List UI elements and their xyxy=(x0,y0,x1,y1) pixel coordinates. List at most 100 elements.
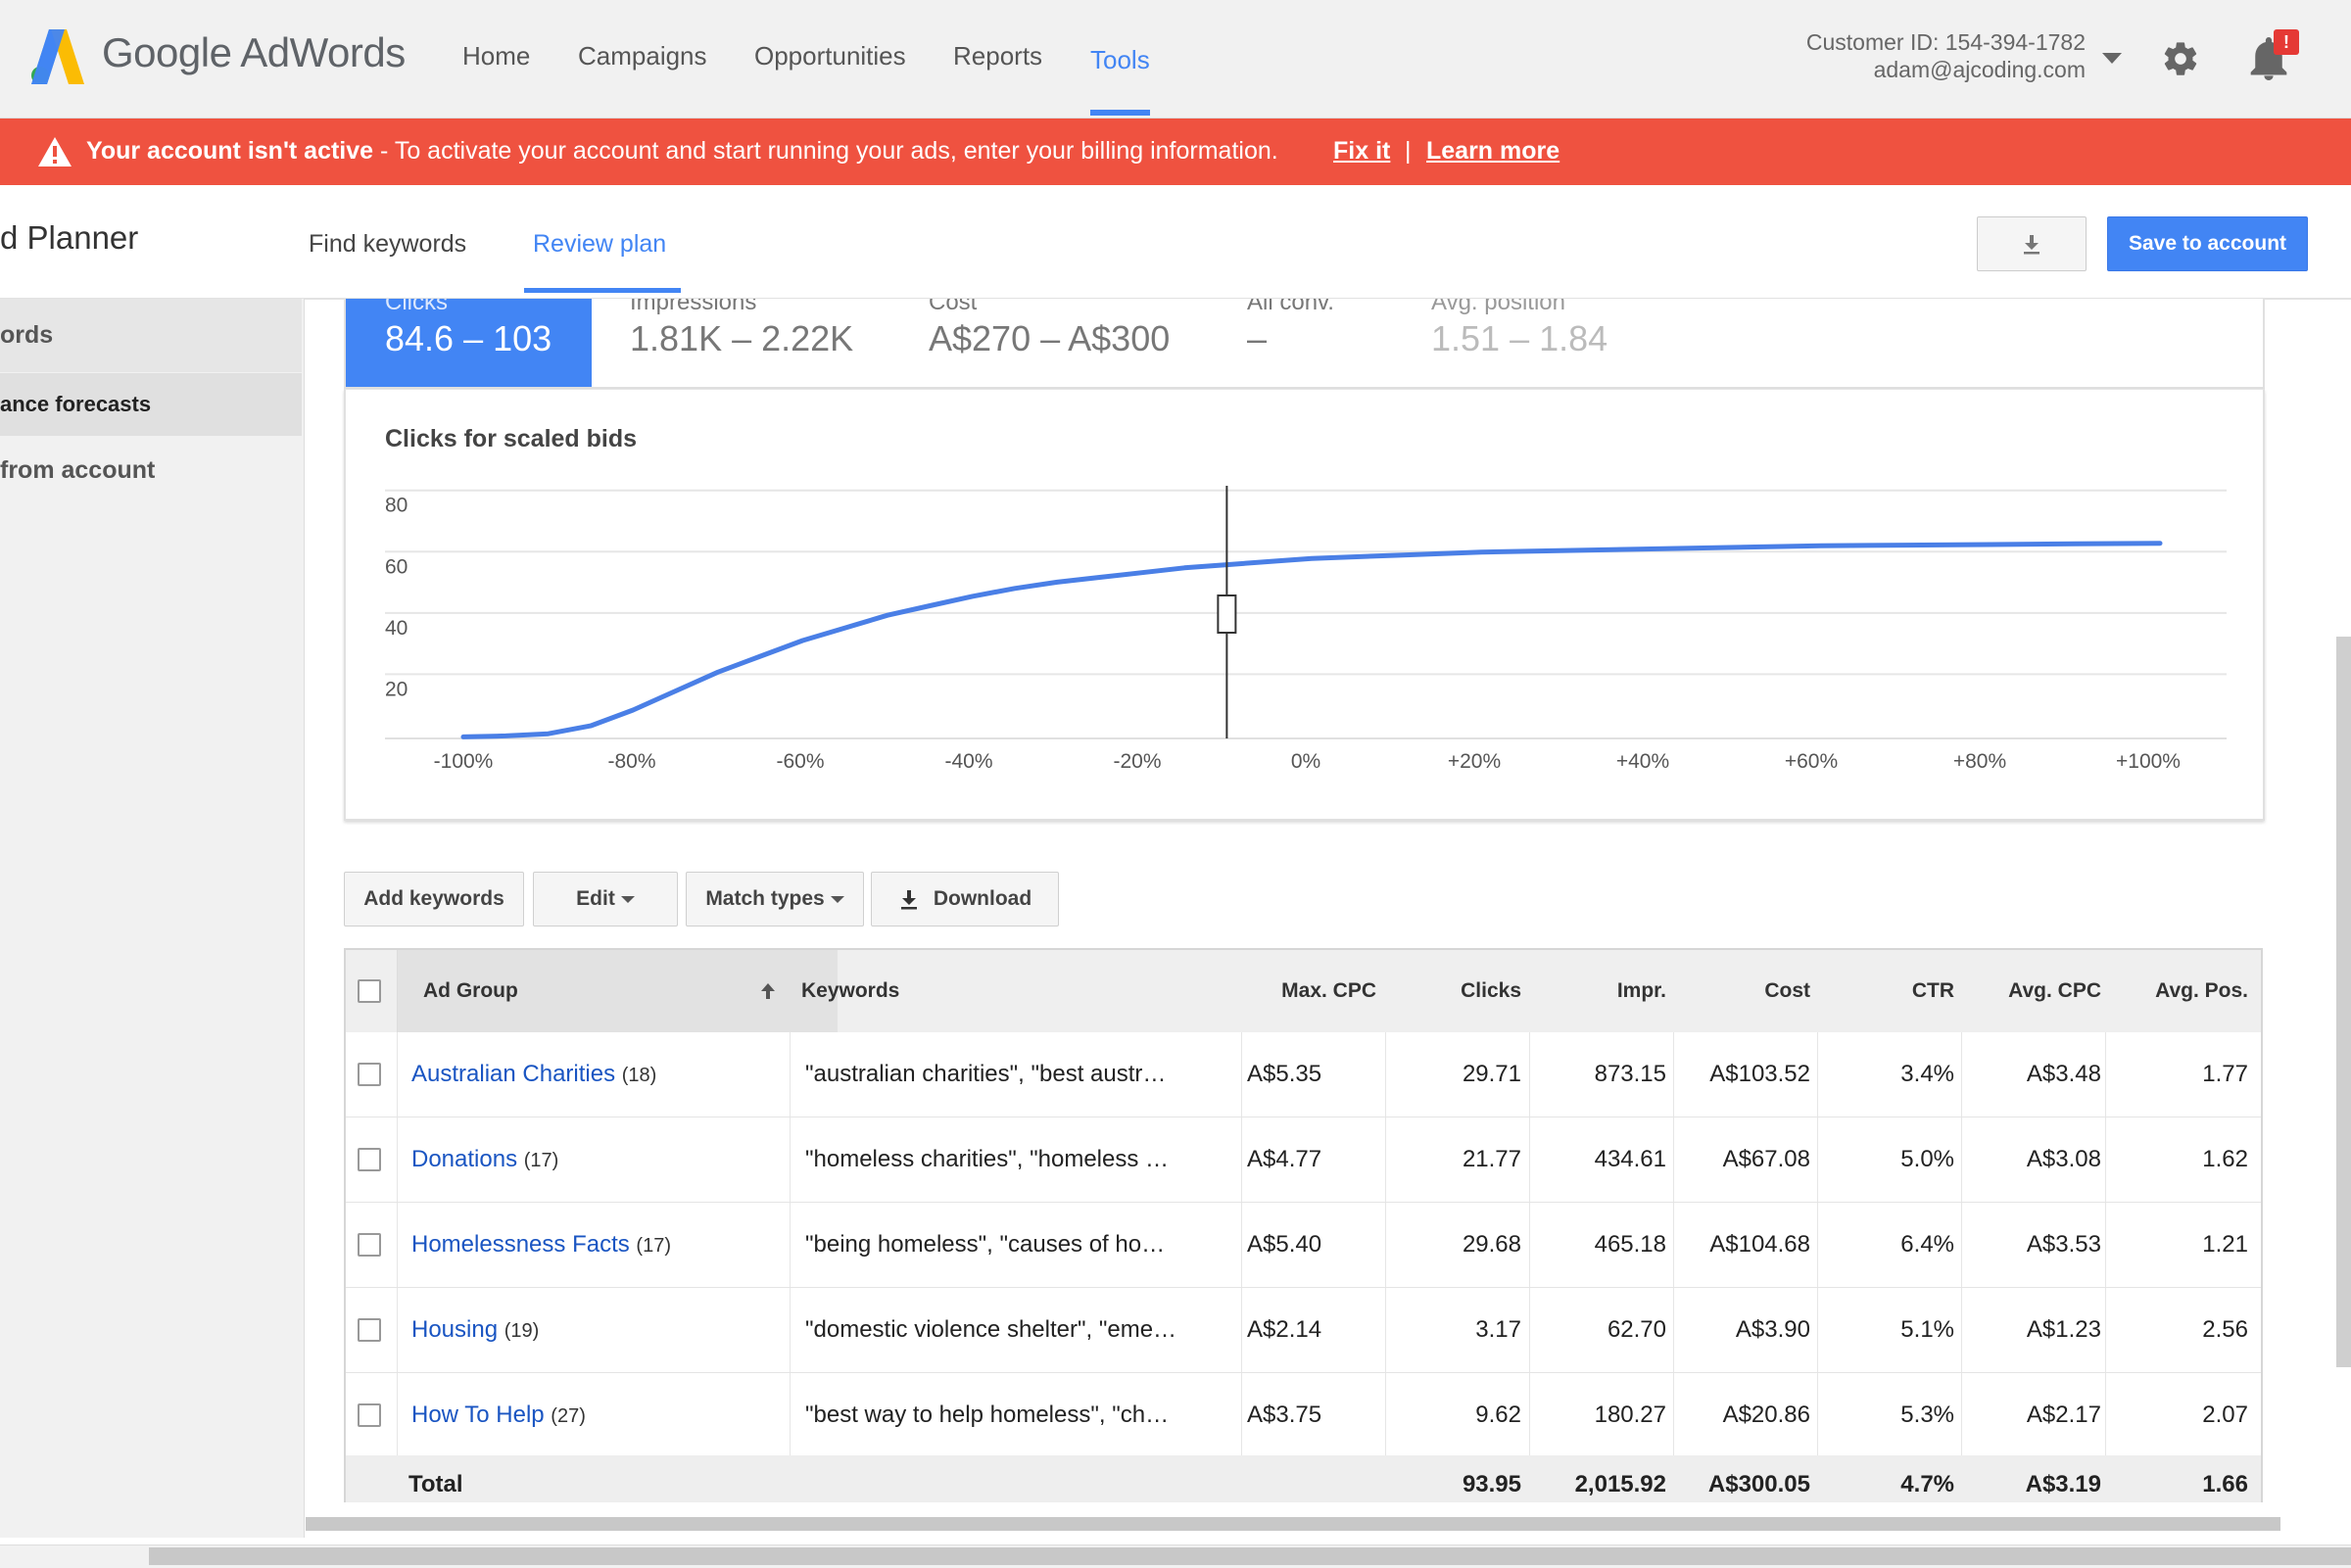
planner-header: d Planner Find keywords Review plan Save… xyxy=(0,186,2351,300)
metric-clicks[interactable]: Clicks 84.6 – 103 xyxy=(346,299,592,387)
row-checkbox[interactable] xyxy=(358,1318,381,1342)
row-checkbox[interactable] xyxy=(358,1403,381,1427)
save-to-account-button[interactable]: Save to account xyxy=(2107,216,2308,271)
x-tick-label: -40% xyxy=(944,750,992,773)
sort-ascending-icon[interactable] xyxy=(759,981,777,1001)
bid-marker-handle[interactable] xyxy=(1217,594,1237,634)
total-impr: 2,015.92 xyxy=(1574,1471,1666,1497)
header-impr[interactable]: Impr. xyxy=(1531,950,1666,1032)
cell-clicks: 29.68 xyxy=(1462,1231,1521,1258)
fix-it-link[interactable]: Fix it xyxy=(1333,137,1390,166)
cell-clicks: 21.77 xyxy=(1462,1146,1521,1172)
x-tick-label: 0% xyxy=(1291,750,1320,773)
total-clicks: 93.95 xyxy=(1462,1471,1521,1497)
cell-keywords[interactable]: "australian charities", "best austr… xyxy=(805,1032,1226,1117)
logo-text[interactable]: Google AdWords xyxy=(102,29,406,76)
header-ctr[interactable]: CTR xyxy=(1815,950,1954,1032)
account-menu-caret-icon[interactable] xyxy=(2102,53,2122,64)
edit-button[interactable]: Edit xyxy=(533,872,678,927)
header-clicks[interactable]: Clicks xyxy=(1384,950,1521,1032)
table-horizontal-scrollbar[interactable] xyxy=(306,1517,2280,1531)
header-max-cpc[interactable]: Max. CPC xyxy=(1208,950,1376,1032)
notification-badge[interactable]: ! xyxy=(2274,29,2299,55)
cell-keywords[interactable]: "being homeless", "causes of ho… xyxy=(805,1203,1226,1287)
vertical-scrollbar[interactable] xyxy=(2336,637,2351,1367)
cell-keywords[interactable]: "domestic violence shelter", "eme… xyxy=(805,1288,1226,1372)
cell-avg-cpc: A$3.08 xyxy=(2026,1146,2101,1172)
cell-max-cpc[interactable]: A$4.77 xyxy=(1208,1117,1376,1202)
metric-value: 1.81K – 2.22K xyxy=(630,318,854,358)
nav-home[interactable]: Home xyxy=(462,41,530,71)
table-row[interactable]: Donations (17) "homeless charities", "hom… xyxy=(346,1117,2261,1203)
y-tick-label: 20 xyxy=(385,678,408,700)
cell-clicks: 29.71 xyxy=(1462,1061,1521,1087)
cell-avg-cpc: A$3.48 xyxy=(2026,1061,2101,1087)
x-tick-label: -80% xyxy=(607,750,655,773)
account-inactive-alert: Your account isn't active - To activate … xyxy=(0,119,2351,185)
gear-icon[interactable] xyxy=(2161,39,2200,78)
ad-group-link[interactable]: Housing xyxy=(411,1316,498,1343)
column-divider xyxy=(2105,1032,2106,1117)
account-email[interactable]: adam@ajcoding.com xyxy=(1874,57,2086,83)
header-keywords[interactable]: Keywords xyxy=(801,950,899,1032)
chevron-down-icon xyxy=(830,895,844,903)
column-divider xyxy=(790,1373,791,1457)
customer-id[interactable]: Customer ID: 154-394-1782 xyxy=(1806,29,2086,56)
sidebar-item-performance-forecasts[interactable]: ance forecasts xyxy=(0,373,302,436)
download-button[interactable]: Download xyxy=(871,872,1059,927)
table-row[interactable]: How To Help (27) "best way to help homele… xyxy=(346,1373,2261,1458)
learn-more-link[interactable]: Learn more xyxy=(1426,137,1559,166)
ad-group-link[interactable]: How To Help xyxy=(411,1402,545,1428)
page-horizontal-scrollbar[interactable] xyxy=(149,1547,2351,1565)
add-keywords-button[interactable]: Add keywords xyxy=(344,872,524,927)
nav-opportunities[interactable]: Opportunities xyxy=(754,41,906,71)
tab-find-keywords[interactable]: Find keywords xyxy=(309,230,466,259)
cell-max-cpc[interactable]: A$5.35 xyxy=(1208,1032,1376,1117)
ad-group-link[interactable]: Donations xyxy=(411,1146,517,1172)
match-types-button[interactable]: Match types xyxy=(686,872,864,927)
row-checkbox[interactable] xyxy=(358,1233,381,1257)
total-ctr: 4.7% xyxy=(1900,1471,1954,1497)
metric-avg-position[interactable]: Avg. position 1.51 – 1.84 xyxy=(1431,299,1686,387)
metric-cost[interactable]: Cost A$270 – A$300 xyxy=(929,299,1223,387)
row-checkbox[interactable] xyxy=(358,1063,381,1086)
sidebar-item-from-account[interactable]: from account xyxy=(0,437,302,503)
cell-avg-pos: 1.62 xyxy=(2202,1146,2248,1172)
page-title: d Planner xyxy=(0,219,139,256)
cell-keywords[interactable]: "homeless charities", "homeless … xyxy=(805,1117,1226,1202)
table-row[interactable]: Australian Charities (18) "australian cha… xyxy=(346,1032,2261,1117)
column-divider xyxy=(2105,1288,2106,1372)
metric-value: 84.6 – 103 xyxy=(385,318,552,358)
y-tick-label: 60 xyxy=(385,555,408,578)
clicks-chart[interactable]: 80 60 40 20 -100% -80% -60% -40% -20% 0% +20% +40% +… xyxy=(346,390,2263,819)
header-cost[interactable]: Cost xyxy=(1668,950,1810,1032)
cell-max-cpc[interactable]: A$5.40 xyxy=(1208,1203,1376,1287)
nav-campaigns[interactable]: Campaigns xyxy=(578,41,707,71)
ad-group-link[interactable]: Homelessness Facts xyxy=(411,1231,630,1258)
metric-all-conv[interactable]: All conv. – xyxy=(1247,299,1423,387)
table-row[interactable]: Homelessness Facts (17) "being homeless",… xyxy=(346,1203,2261,1288)
sidebar-item-keywords[interactable]: ords xyxy=(0,299,302,372)
x-tick-label: -60% xyxy=(776,750,824,773)
metric-impressions[interactable]: Impressions 1.81K – 2.22K xyxy=(630,299,924,387)
adwords-logo-icon[interactable] xyxy=(29,29,86,84)
header-avg-cpc[interactable]: Avg. CPC xyxy=(1962,950,2101,1032)
row-checkbox[interactable] xyxy=(358,1148,381,1171)
download-plan-button[interactable] xyxy=(1977,216,2087,271)
table-total-row: Total 93.95 2,015.92 A$300.05 4.7% A$3.1… xyxy=(346,1455,2261,1502)
cell-max-cpc[interactable]: A$3.75 xyxy=(1208,1373,1376,1457)
column-divider xyxy=(397,1288,398,1372)
nav-reports[interactable]: Reports xyxy=(953,41,1042,71)
ad-group-link[interactable]: Australian Charities xyxy=(411,1061,615,1087)
cell-avg-pos: 2.56 xyxy=(2202,1316,2248,1343)
tab-review-plan[interactable]: Review plan xyxy=(533,230,666,259)
column-divider xyxy=(397,1373,398,1457)
cell-keywords[interactable]: "best way to help homeless", "ch… xyxy=(805,1373,1226,1457)
header-ad-group[interactable]: Ad Group xyxy=(423,950,518,1032)
table-row[interactable]: Housing (19) "domestic violence shelter",… xyxy=(346,1288,2261,1373)
select-all-checkbox[interactable] xyxy=(358,979,381,1003)
header-avg-pos[interactable]: Avg. Pos. xyxy=(2109,950,2248,1032)
cell-cost: A$67.08 xyxy=(1722,1146,1810,1172)
nav-tools[interactable]: Tools xyxy=(1090,45,1150,75)
cell-max-cpc[interactable]: A$2.14 xyxy=(1208,1288,1376,1372)
